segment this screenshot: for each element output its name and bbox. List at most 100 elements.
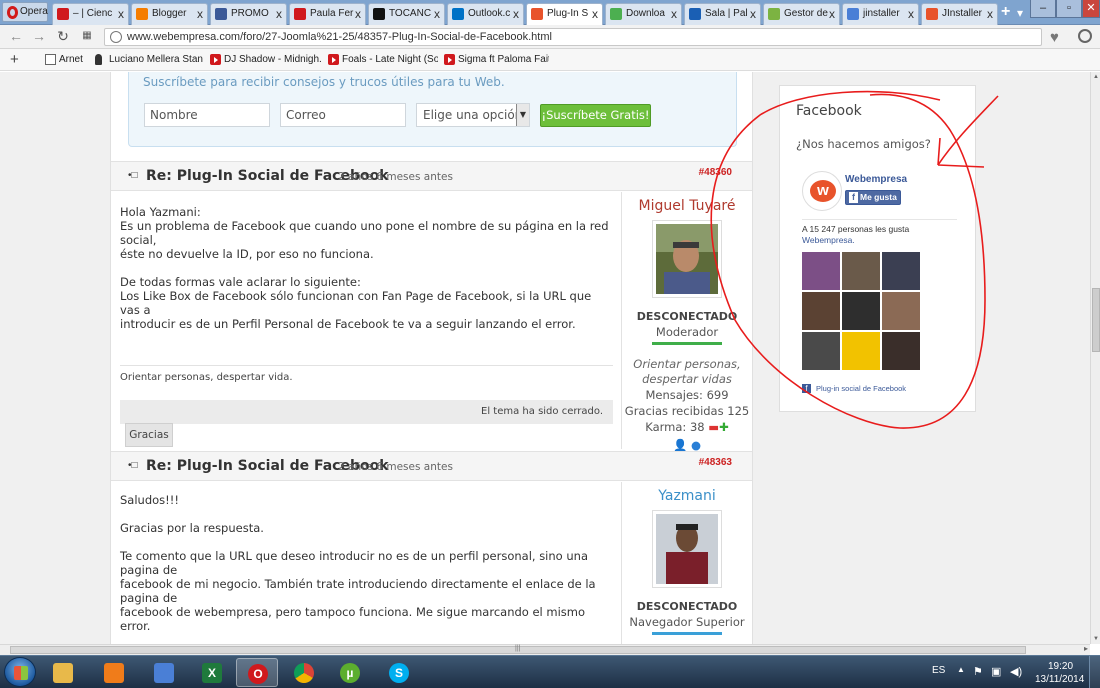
browser-tab[interactable]: Gestor de x xyxy=(763,3,840,25)
bookmark-item[interactable]: Luciano Mellera Stan... xyxy=(95,53,203,69)
thanks-button[interactable]: Gracias xyxy=(125,423,173,447)
tab-menu-icon[interactable]: ▾ xyxy=(1017,6,1029,20)
browser-tab[interactable]: Downloa x xyxy=(605,3,682,25)
maximize-window-button[interactable]: ▫ xyxy=(1056,0,1082,18)
clock-time[interactable]: 19:20 xyxy=(1048,661,1073,672)
scroll-up-icon[interactable]: ▲ xyxy=(1091,72,1100,82)
taskbar-app[interactable] xyxy=(283,658,325,687)
taskbar-app[interactable]: O xyxy=(236,658,278,687)
facebook-fan-avatar[interactable] xyxy=(842,252,880,290)
website-globe-icon[interactable]: ● xyxy=(691,438,701,452)
taskbar-app[interactable]: µ xyxy=(329,658,371,687)
webempresa-logo[interactable]: w xyxy=(802,171,842,211)
close-tab-icon[interactable]: x xyxy=(750,4,756,24)
show-hidden-icons-icon[interactable]: ▲ xyxy=(957,665,965,674)
karma-plus-icon[interactable]: ✚ xyxy=(719,420,729,434)
taskbar-app[interactable] xyxy=(42,658,84,687)
facebook-fan-avatar[interactable] xyxy=(802,292,840,330)
close-tab-icon[interactable]: x xyxy=(987,4,993,24)
avatar[interactable] xyxy=(652,510,722,588)
email-input[interactable]: Correo xyxy=(280,103,406,127)
close-tab-icon[interactable]: x xyxy=(355,4,361,24)
browser-tab[interactable]: – | Cienc x xyxy=(52,3,129,25)
browser-tab[interactable]: Blogger x xyxy=(131,3,208,25)
close-tab-icon[interactable]: x xyxy=(118,4,124,24)
facebook-fan-avatar[interactable] xyxy=(842,332,880,370)
browser-tab[interactable]: PROMO x xyxy=(210,3,287,25)
facebook-fan-avatar[interactable] xyxy=(842,292,880,330)
opera-menu-button[interactable]: Opera xyxy=(2,2,48,22)
post-id-link[interactable]: #48360 xyxy=(699,167,732,178)
start-button[interactable] xyxy=(4,657,36,687)
reload-icon[interactable]: ↻ xyxy=(55,28,71,44)
show-desktop-button[interactable] xyxy=(1089,656,1100,688)
user-name[interactable]: Yazmani xyxy=(622,488,752,504)
bookmark-item[interactable]: Foals - Late Night (So... xyxy=(328,53,438,69)
back-arrow-icon[interactable]: ← xyxy=(8,28,24,44)
close-tab-icon[interactable]: x xyxy=(671,4,677,24)
facebook-fan-avatar[interactable] xyxy=(882,252,920,290)
facebook-fan-avatar[interactable] xyxy=(802,332,840,370)
close-tab-icon[interactable]: x xyxy=(513,4,519,24)
close-tab-icon[interactable]: x xyxy=(592,4,598,24)
close-tab-icon[interactable]: x xyxy=(908,4,914,24)
name-input[interactable]: Nombre xyxy=(144,103,270,127)
facebook-page-name[interactable]: Webempresa xyxy=(845,174,907,185)
action-center-flag-icon[interactable]: ⚑ xyxy=(973,666,985,678)
close-tab-icon[interactable]: x xyxy=(434,4,440,24)
language-indicator[interactable]: ES xyxy=(932,665,945,676)
add-bookmark-icon[interactable]: + xyxy=(10,51,19,68)
close-tab-icon[interactable]: x xyxy=(276,4,282,24)
bookmark-item[interactable]: Sigma ft Paloma Faith... xyxy=(444,53,549,69)
url-input[interactable]: www.webempresa.com/foro/27-Joomla%21-25/… xyxy=(104,28,1042,46)
close-tab-icon[interactable]: x xyxy=(829,4,835,24)
close-tab-icon[interactable]: x xyxy=(197,4,203,24)
post-id-link[interactable]: #48363 xyxy=(699,457,732,468)
post-link-icon[interactable]: •□ xyxy=(128,170,138,181)
vertical-scrollbar[interactable]: ▲ ▼ xyxy=(1090,72,1100,644)
network-tray-icon[interactable]: ▣ xyxy=(991,666,1003,678)
browser-tab[interactable]: JInstaller x xyxy=(921,3,998,25)
scrollbar-thumb[interactable] xyxy=(1092,288,1100,352)
option-select[interactable]: Elige una opción ▼ xyxy=(416,103,530,127)
subscribe-button[interactable]: ¡Suscríbete Gratis! xyxy=(540,104,651,127)
bookmark-item[interactable]: Arnet xyxy=(45,53,90,69)
browser-tab[interactable]: TOCANC x xyxy=(368,3,445,25)
facebook-fan-avatar[interactable] xyxy=(882,292,920,330)
volume-icon[interactable]: ◀) xyxy=(1010,666,1022,678)
url-text: www.webempresa.com/foro/27-Joomla%21-25/… xyxy=(127,31,552,43)
browser-tab[interactable]: jinstaller x xyxy=(842,3,919,25)
new-tab-button[interactable]: + xyxy=(1001,4,1013,21)
horizontal-scrollbar[interactable]: ||| ▸ xyxy=(0,644,1090,655)
profile-icon[interactable]: 👤 xyxy=(673,438,687,452)
taskbar-app[interactable]: X xyxy=(191,658,233,687)
clock-date[interactable]: 13/11/2014 xyxy=(1035,674,1084,685)
bookmark-item[interactable]: DJ Shadow - Midnigh... xyxy=(210,53,322,69)
user-role: Navegador Superior xyxy=(629,615,745,629)
karma-minus-icon[interactable]: ▬ xyxy=(708,420,719,434)
facebook-fan-avatar[interactable] xyxy=(882,332,920,370)
select-arrow-icon: ▼ xyxy=(516,104,529,126)
user-name[interactable]: Miguel Tuyaré xyxy=(622,198,752,214)
browser-tab[interactable]: Sala | Pal x xyxy=(684,3,761,25)
taskbar-app[interactable]: S xyxy=(378,658,420,687)
avatar[interactable] xyxy=(652,220,722,298)
facebook-plugin-footer[interactable]: Plug-in social de Facebook xyxy=(802,384,906,393)
browser-tab[interactable]: Plug-In Sx xyxy=(526,3,603,25)
forward-arrow-icon[interactable]: → xyxy=(31,28,47,44)
facebook-fan-avatar[interactable] xyxy=(802,252,840,290)
extension-icon[interactable] xyxy=(1078,29,1092,43)
speed-dial-grid-icon[interactable]: ▦ xyxy=(79,28,95,44)
taskbar-app[interactable] xyxy=(93,658,135,687)
facebook-like-button[interactable]: Me gusta xyxy=(845,190,901,205)
taskbar-app[interactable] xyxy=(143,658,185,687)
browser-tab[interactable]: Outlook.c x xyxy=(447,3,524,25)
post-link-icon[interactable]: •□ xyxy=(128,460,138,471)
stash-heart-icon[interactable]: ♥ xyxy=(1050,29,1059,46)
minimize-window-button[interactable]: – xyxy=(1030,0,1056,18)
scroll-down-icon[interactable]: ▼ xyxy=(1091,634,1100,644)
scroll-right-icon[interactable]: ▸ xyxy=(1084,644,1088,653)
facebook-likes-page[interactable]: Webempresa. xyxy=(802,235,855,245)
close-window-button[interactable]: ✕ xyxy=(1082,0,1100,18)
browser-tab[interactable]: Paula Fer x xyxy=(289,3,366,25)
